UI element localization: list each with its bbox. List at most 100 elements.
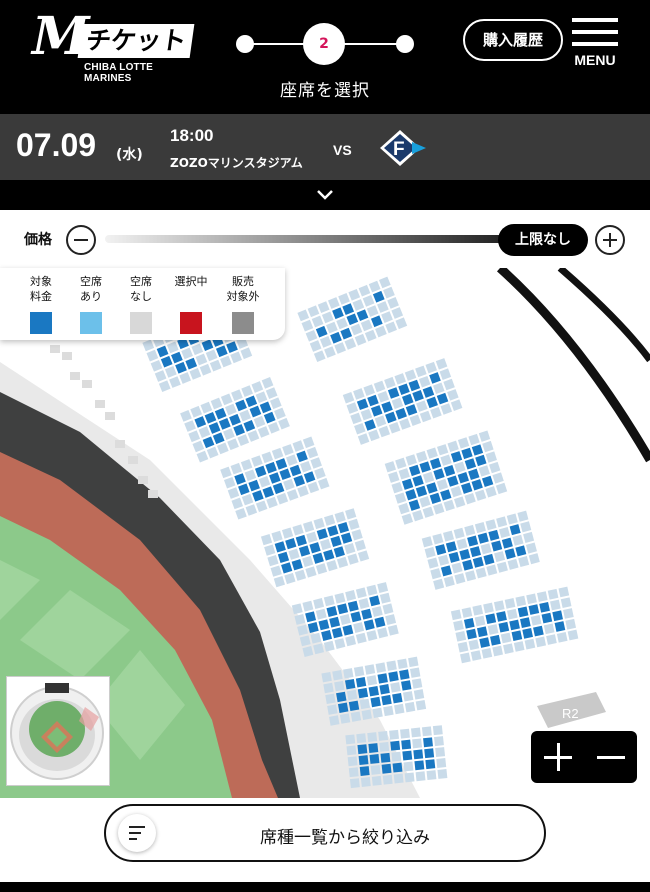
seat[interactable] [405, 489, 417, 501]
seat[interactable] [375, 325, 387, 338]
seat[interactable] [404, 369, 417, 381]
stadium-minimap[interactable] [6, 676, 110, 786]
seat[interactable] [489, 461, 501, 474]
seat[interactable] [374, 616, 386, 628]
seat[interactable] [364, 329, 377, 342]
seat[interactable] [366, 305, 379, 317]
seat[interactable] [450, 399, 463, 411]
seat[interactable] [528, 604, 540, 615]
seat[interactable] [415, 771, 426, 782]
seat[interactable] [358, 284, 371, 297]
seat[interactable] [227, 438, 239, 451]
seat[interactable] [199, 363, 212, 376]
seat[interactable] [485, 486, 497, 498]
seat[interactable] [470, 650, 482, 661]
seat[interactable] [368, 685, 379, 697]
seat[interactable] [440, 403, 453, 415]
seat[interactable] [293, 475, 306, 487]
seat[interactable] [337, 603, 349, 615]
seat[interactable] [235, 399, 247, 412]
seat[interactable] [425, 759, 436, 770]
seat[interactable] [370, 696, 381, 708]
seat[interactable] [560, 597, 572, 609]
seat[interactable] [433, 503, 445, 515]
seat[interactable] [401, 393, 414, 406]
seat[interactable] [405, 404, 418, 416]
seat[interactable] [455, 631, 467, 642]
seat[interactable] [251, 381, 264, 393]
seat[interactable] [337, 521, 350, 534]
seat[interactable] [414, 760, 425, 771]
seat[interactable] [416, 450, 428, 463]
seat[interactable] [209, 359, 222, 372]
seat[interactable] [368, 429, 380, 442]
seat[interactable] [460, 652, 471, 664]
seat[interactable] [412, 738, 423, 749]
seat[interactable] [292, 524, 304, 536]
seat[interactable] [454, 461, 466, 473]
seat[interactable] [400, 728, 410, 739]
seat[interactable] [445, 541, 457, 553]
seat[interactable] [438, 554, 450, 566]
seat[interactable] [556, 631, 568, 643]
seat[interactable] [380, 752, 391, 763]
seat[interactable] [440, 454, 452, 466]
seat[interactable] [426, 396, 438, 409]
seat[interactable] [212, 432, 225, 445]
seat[interactable] [377, 301, 389, 313]
seat[interactable] [398, 502, 410, 515]
seat[interactable] [339, 713, 351, 724]
seat[interactable] [450, 485, 462, 498]
seat[interactable] [412, 475, 424, 487]
seat[interactable] [252, 490, 264, 502]
seat[interactable] [283, 478, 295, 491]
seat[interactable] [408, 656, 419, 668]
seat[interactable] [394, 492, 407, 504]
seat[interactable] [263, 411, 276, 424]
seat[interactable] [450, 609, 462, 621]
seat[interactable] [453, 620, 464, 631]
seat[interactable] [443, 575, 455, 587]
seat[interactable] [315, 563, 328, 575]
seat[interactable] [354, 333, 367, 346]
seat[interactable] [265, 461, 277, 474]
seat[interactable] [274, 407, 286, 420]
seat[interactable] [457, 641, 469, 653]
seat[interactable] [432, 533, 444, 545]
seat[interactable] [261, 377, 274, 389]
seat[interactable] [317, 477, 330, 490]
seat-section[interactable] [421, 510, 540, 590]
seat[interactable] [381, 694, 392, 706]
seat[interactable] [210, 397, 223, 410]
seat[interactable] [468, 433, 480, 446]
seat[interactable] [511, 630, 523, 642]
seat[interactable] [415, 699, 427, 711]
seat[interactable] [358, 598, 370, 609]
seat[interactable] [408, 499, 421, 511]
seat[interactable] [215, 345, 228, 358]
seat[interactable] [220, 393, 233, 406]
seat[interactable] [496, 516, 508, 528]
seat[interactable] [412, 390, 424, 402]
seat[interactable] [274, 541, 286, 553]
seat[interactable] [477, 532, 489, 544]
seat[interactable] [324, 346, 336, 358]
seat[interactable] [354, 539, 366, 552]
seat[interactable] [264, 544, 276, 556]
seat[interactable] [285, 454, 298, 466]
seat[interactable] [342, 624, 354, 636]
seat[interactable] [512, 534, 524, 546]
seat[interactable] [425, 361, 438, 374]
seat[interactable] [267, 421, 280, 434]
seat[interactable] [369, 595, 381, 607]
seat[interactable] [334, 592, 346, 604]
seat[interactable] [317, 301, 330, 314]
seat[interactable] [344, 543, 356, 555]
seat[interactable] [467, 535, 479, 547]
seat[interactable] [310, 457, 322, 469]
seat[interactable] [336, 317, 348, 330]
seat[interactable] [486, 564, 498, 576]
seat[interactable] [507, 558, 519, 570]
seat[interactable] [436, 758, 447, 768]
seat[interactable] [401, 478, 414, 490]
